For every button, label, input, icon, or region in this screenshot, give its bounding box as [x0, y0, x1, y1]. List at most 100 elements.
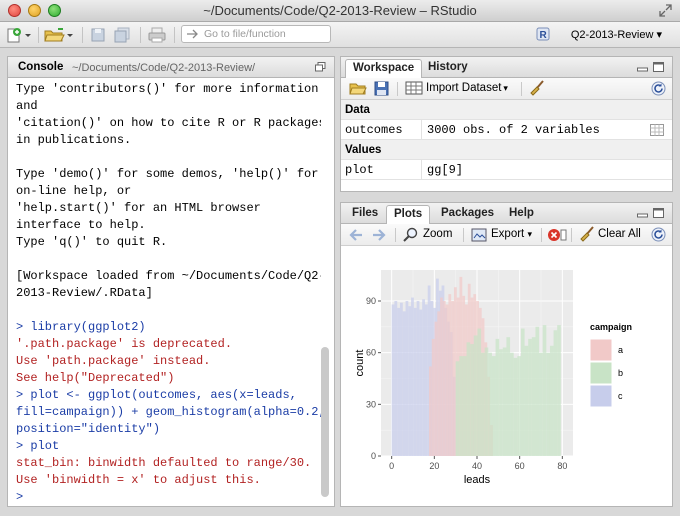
tab-files[interactable]: Files [345, 205, 385, 224]
histogram-bar-c [416, 301, 420, 456]
import-dataset-label: Import Dataset [426, 82, 502, 94]
console-line: fill=campaign)) + geom_histogram(alpha=0… [16, 405, 321, 419]
workspace-row[interactable]: outcomes 3000 obs. of 2 variables [341, 120, 672, 140]
load-workspace-icon[interactable] [349, 81, 367, 96]
histogram-bar-b [510, 352, 514, 456]
arrow-right-icon [187, 29, 198, 39]
x-tick-label: 0 [389, 461, 394, 471]
histogram-bar-b [462, 356, 467, 456]
new-file-icon [7, 28, 31, 43]
tab-plots[interactable]: Plots [386, 205, 431, 224]
histogram-bar-c [391, 304, 395, 456]
histogram-bar-a [448, 294, 452, 456]
x-tick-label: 20 [429, 461, 439, 471]
workspace-header: Workspace History [341, 57, 672, 78]
object-value: gg[9] [427, 163, 464, 177]
histogram-bar-c [419, 309, 423, 456]
histogram-bar-b [542, 325, 547, 456]
tab-packages[interactable]: Packages [434, 205, 501, 224]
zoom-button[interactable]: Zoom [423, 228, 452, 240]
console-line: position="identity") [16, 422, 161, 436]
y-tick-label: 60 [366, 348, 376, 358]
x-tick-label: 80 [557, 461, 567, 471]
export-button[interactable]: Export ▾ [491, 228, 532, 240]
table-import-icon [405, 81, 423, 95]
console-scrollbar[interactable] [321, 347, 329, 497]
maximize-pane-icon[interactable] [315, 62, 326, 72]
view-table-icon[interactable] [650, 124, 664, 136]
maximize-pane-icon[interactable] [653, 62, 664, 72]
console-line: in publications. [16, 133, 132, 147]
console-line: > [16, 490, 24, 503]
histogram-bar-c [422, 299, 425, 456]
import-dataset-button[interactable]: Import Dataset ▾ [405, 81, 508, 95]
workspace-row[interactable]: plot gg[9] [341, 160, 672, 180]
legend-key-c [589, 384, 613, 408]
plots-pane: Files Plots Packages Help Zoom Export ▾ [340, 202, 673, 507]
console-line: > plot <- ggplot(outcomes, aes(x=leads, [16, 388, 297, 402]
console-line: > plot [16, 439, 60, 453]
histogram-bar-b [473, 335, 478, 456]
print-icon [148, 27, 166, 43]
y-tick-label: 30 [366, 399, 376, 409]
console-line: and [16, 99, 38, 113]
histogram-bar-b [466, 342, 471, 456]
new-file-button[interactable] [6, 26, 32, 44]
tab-history[interactable]: History [421, 59, 475, 78]
arrow-right-icon[interactable] [371, 228, 386, 242]
y-axis-label: count [354, 350, 366, 377]
histogram-bar-c [408, 306, 412, 456]
console-working-directory[interactable]: ~/Documents/Code/Q2-2013-Review/ [72, 62, 255, 74]
minimize-pane-icon[interactable] [637, 62, 648, 72]
object-name: plot [345, 163, 374, 177]
console-line: '.path.package' is deprecated. [16, 337, 233, 351]
console-line: Use 'path.package' instead. [16, 354, 211, 368]
broom-icon[interactable] [579, 226, 596, 243]
console-line: Type 'contributors()' for more informati… [16, 82, 319, 96]
fullscreen-icon[interactable] [659, 4, 672, 17]
legend-title: campaign [590, 322, 632, 332]
object-name: outcomes [345, 123, 403, 137]
remove-plot-icon[interactable] [547, 227, 567, 243]
histogram-bar-b [481, 352, 485, 456]
save-all-button[interactable] [114, 26, 132, 44]
broom-icon[interactable] [529, 80, 546, 97]
zoom-icon[interactable] [403, 227, 419, 243]
histogram-bar-c [399, 302, 403, 456]
refresh-icon[interactable] [651, 81, 666, 96]
arrow-left-icon[interactable] [349, 228, 364, 242]
export-icon[interactable] [471, 228, 487, 242]
refresh-icon[interactable] [651, 227, 666, 242]
save-button[interactable] [90, 26, 106, 44]
maximize-pane-icon[interactable] [653, 208, 664, 218]
save-icon [91, 28, 105, 42]
console-output[interactable]: Type 'contributors()' for more informati… [16, 81, 321, 503]
histogram-bar-b [531, 337, 536, 456]
histogram-bar-a [431, 338, 435, 456]
print-button[interactable] [148, 26, 166, 44]
tab-help[interactable]: Help [502, 205, 541, 224]
go-to-file-input[interactable]: Go to file/function [181, 25, 331, 43]
console-line: 'help.start()' for an HTML browser [16, 201, 261, 215]
tab-workspace[interactable]: Workspace [345, 59, 423, 78]
project-menu[interactable]: Q2-2013-Review ▾ [571, 28, 662, 41]
open-file-button[interactable] [44, 26, 74, 44]
histogram-bar-b [539, 352, 543, 456]
minimize-pane-icon[interactable] [637, 208, 648, 218]
clear-all-button[interactable]: Clear All [598, 228, 641, 240]
save-workspace-icon[interactable] [374, 81, 389, 96]
console-line: Type 'q()' to quit R. [16, 235, 168, 249]
console-line: [Workspace loaded from ~/Documents/Code/… [16, 269, 321, 283]
workspace-toolbar: Import Dataset ▾ [341, 78, 672, 100]
r-project-icon: R [536, 27, 550, 41]
histogram-bar-c [405, 301, 409, 456]
chevron-down-icon: ▾ [656, 29, 662, 41]
histogram-bar-b [513, 357, 518, 456]
histogram-bar-b [520, 328, 525, 456]
histogram-bar-b [470, 344, 474, 456]
x-axis-label: leads [464, 474, 491, 486]
workspace-pane: Workspace History Import Dataset ▾ Data o… [340, 56, 673, 192]
console-line: interface to help. [16, 218, 146, 232]
legend-label: a [618, 345, 623, 355]
